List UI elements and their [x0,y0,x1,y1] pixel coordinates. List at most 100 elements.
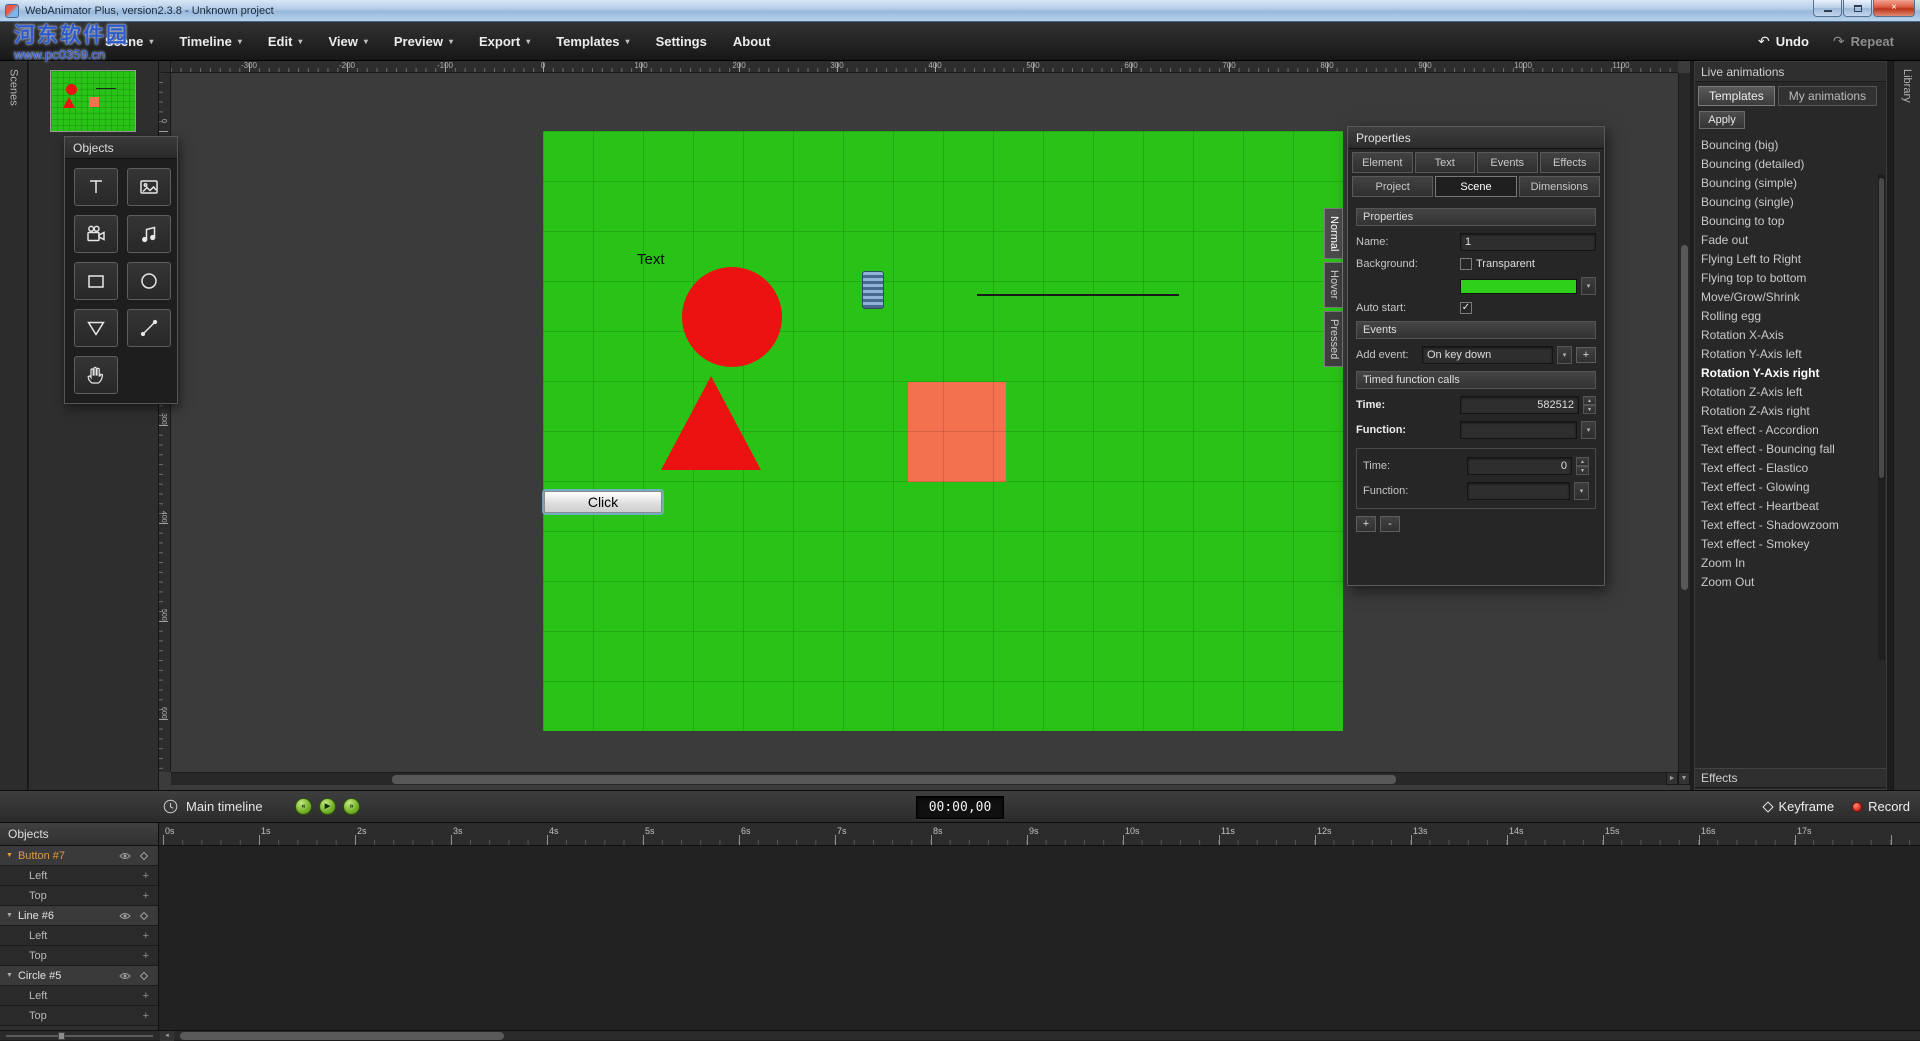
timeline-row-property[interactable]: Top + [0,886,158,906]
animation-item[interactable]: Rotation Y-Axis left [1695,344,1886,363]
tab-effects[interactable]: Effects [1540,152,1601,173]
minimize-button[interactable] [1813,0,1842,17]
tab-dimensions[interactable]: Dimensions [1519,176,1600,197]
audio-tool-button[interactable] [127,215,171,253]
repeat-button[interactable]: ↷Repeat [1833,33,1894,50]
animation-item[interactable]: Flying top to bottom [1695,268,1886,287]
keyframes-icon[interactable] [138,970,150,982]
triangle-object[interactable] [661,376,761,470]
scene-thumbnail[interactable] [50,70,136,132]
animation-item[interactable]: Bouncing (single) [1695,192,1886,211]
spin-down-icon[interactable]: ▼ [1583,405,1596,414]
animation-item[interactable]: Text effect - Shadowzoom [1695,515,1886,534]
animation-item[interactable]: Text effect - Bouncing fall [1695,439,1886,458]
animation-item-selected[interactable]: Rotation Y-Axis right [1695,363,1886,382]
text-object[interactable]: Text [637,251,665,268]
add-keyframe-icon[interactable]: + [143,1010,158,1022]
timeline-track-area[interactable] [159,846,1920,1030]
timeline-row-property[interactable]: Left + [0,986,158,1006]
animation-item[interactable]: Rotation Z-Axis right [1695,401,1886,420]
slider-handle[interactable] [58,1032,65,1040]
animation-item[interactable]: Bouncing (simple) [1695,173,1886,192]
animation-item[interactable]: Text effect - Accordion [1695,420,1886,439]
menu-export[interactable]: Export▾ [466,22,543,60]
animation-item[interactable]: Flying Left to Right [1695,249,1886,268]
collapse-icon[interactable]: ▼ [6,972,13,979]
video-tool-button[interactable] [74,215,118,253]
add-keyframe-icon[interactable]: + [143,890,158,902]
animation-item[interactable]: Bouncing to top [1695,211,1886,230]
tab-scene[interactable]: Scene [1435,176,1516,197]
spin-down-icon[interactable]: ▼ [1576,466,1589,475]
tab-my-animations[interactable]: My animations [1778,86,1877,106]
time2-field[interactable]: 0 [1467,457,1572,475]
tab-normal[interactable]: Normal [1324,208,1343,259]
apply-button[interactable]: Apply [1699,111,1745,129]
tab-hover[interactable]: Hover [1324,262,1343,307]
timeline-ruler[interactable]: 0s 1s 2s 3s 4s 5s 6s 7s 8s 9s 10s 11s 12… [159,823,1920,846]
menu-scene[interactable]: Scene▾ [92,22,166,60]
scroll-down-button[interactable]: ▼ [1678,772,1690,785]
collapse-icon[interactable]: ▼ [6,912,13,919]
scene-canvas[interactable]: Text Click [543,131,1343,731]
add-keyframe-icon[interactable]: + [143,990,158,1002]
maximize-button[interactable] [1843,0,1872,17]
add-keyframe-icon[interactable]: + [143,930,158,942]
close-button[interactable]: × [1873,0,1915,17]
time-field[interactable]: 582512 [1460,396,1579,414]
time2-spinner[interactable]: ▲ ▼ [1576,457,1589,475]
animation-item[interactable]: Move/Grow/Shrink [1695,287,1886,306]
scrollbar-thumb[interactable] [1681,245,1688,590]
timeline-row-property[interactable]: Left + [0,866,158,886]
animations-scrollbar[interactable] [1878,174,1885,660]
timeline-scrollbar-thumb[interactable] [180,1032,504,1040]
menu-settings[interactable]: Settings [643,22,720,60]
transparent-checkbox[interactable] [1460,258,1472,270]
time-spinner[interactable]: ▲ ▼ [1583,396,1596,414]
background-color-swatch[interactable] [1460,279,1577,294]
timeline-row-property[interactable]: Left + [0,926,158,946]
animation-item[interactable]: Bouncing (big) [1695,135,1886,154]
image-tool-button[interactable] [127,168,171,206]
animation-item[interactable]: Rotation X-Axis [1695,325,1886,344]
line-object[interactable] [977,294,1179,296]
triangle-tool-button[interactable] [74,309,118,347]
add-event-dropdown-button[interactable]: ▾ [1557,346,1572,364]
rectangle-tool-button[interactable] [74,262,118,300]
scrollbar-thumb[interactable] [1879,178,1884,478]
play-button[interactable]: ▶ [319,798,336,815]
menu-timeline[interactable]: Timeline▾ [166,22,255,60]
function-dropdown-button[interactable]: ▾ [1581,421,1596,439]
timeline-row-property[interactable]: Top + [0,1006,158,1026]
menu-about[interactable]: About [720,22,784,60]
line-tool-button[interactable] [127,309,171,347]
add-event-button[interactable]: + [1576,347,1596,363]
visibility-icon[interactable] [119,850,131,862]
function2-select[interactable] [1467,482,1570,500]
text-tool-button[interactable] [74,168,118,206]
button-object[interactable]: Click [544,491,662,513]
animation-item[interactable]: Rotation Z-Axis left [1695,382,1886,401]
animation-item[interactable]: Text effect - Glowing [1695,477,1886,496]
video-object[interactable] [862,271,884,309]
spin-up-icon[interactable]: ▲ [1576,457,1589,466]
remove-call-button[interactable]: - [1380,516,1400,532]
scroll-right-button[interactable]: ► [1666,772,1678,785]
menu-preview[interactable]: Preview▾ [381,22,466,60]
timeline-row-circle5[interactable]: ▼ Circle #5 [0,966,158,986]
collapse-icon[interactable]: ▼ [6,852,13,859]
timeline-row-line6[interactable]: ▼ Line #6 [0,906,158,926]
timeline-row-button7[interactable]: ▼ Button #7 [0,846,158,866]
main-timeline-selector[interactable]: Main timeline [163,791,263,822]
add-call-button[interactable]: + [1356,516,1376,532]
hand-tool-button[interactable] [74,356,118,394]
spin-up-icon[interactable]: ▲ [1583,396,1596,405]
ellipse-tool-button[interactable] [127,262,171,300]
record-button[interactable]: Record [1852,799,1910,814]
effects-section-header[interactable]: Effects [1695,768,1886,788]
square-object[interactable] [908,382,1006,482]
animation-item[interactable]: Text effect - Heartbeat [1695,496,1886,515]
menu-templates[interactable]: Templates▾ [543,22,642,60]
visibility-icon[interactable] [119,910,131,922]
function-select[interactable] [1460,421,1577,439]
